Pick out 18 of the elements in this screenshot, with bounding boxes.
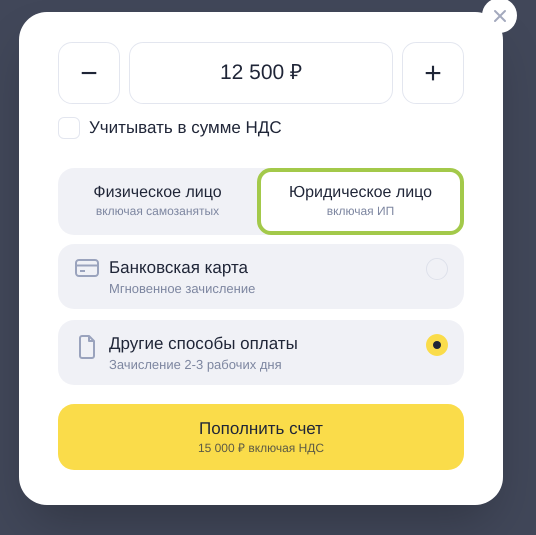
method-title: Банковская карта (109, 256, 250, 278)
payer-type-tab[interactable]: Юридическое лицо включая ИП (257, 168, 464, 234)
checkbox-label: Учитывать в сумме НДС (89, 117, 282, 139)
method-subtitle: Мгновенное зачисление (109, 280, 256, 298)
vat-checkbox[interactable] (58, 116, 80, 139)
decrement-button[interactable]: − (58, 42, 120, 104)
amount-field[interactable]: 12 500 ₽ (129, 42, 393, 104)
payer-type-tab[interactable]: Физическое лицо включая самозанятых (58, 168, 257, 234)
method-subtitle: Зачисление 2-3 рабочих дня (109, 356, 283, 374)
close-icon (492, 8, 506, 22)
payment-method-option[interactable]: Другие способы оплаты Зачисление 2-3 рабочих дня (58, 320, 464, 384)
radio-button[interactable] (426, 334, 448, 356)
document-icon (78, 334, 96, 358)
credit-card-icon (75, 258, 99, 276)
payment-method-option[interactable]: Банковская карта Мгновенное зачисление (58, 244, 464, 308)
increment-button[interactable]: + (402, 42, 464, 104)
top-up-button[interactable]: Пополнить счет 15 000 ₽ включая НДС (58, 404, 464, 470)
method-title: Другие способы оплаты (109, 332, 299, 354)
